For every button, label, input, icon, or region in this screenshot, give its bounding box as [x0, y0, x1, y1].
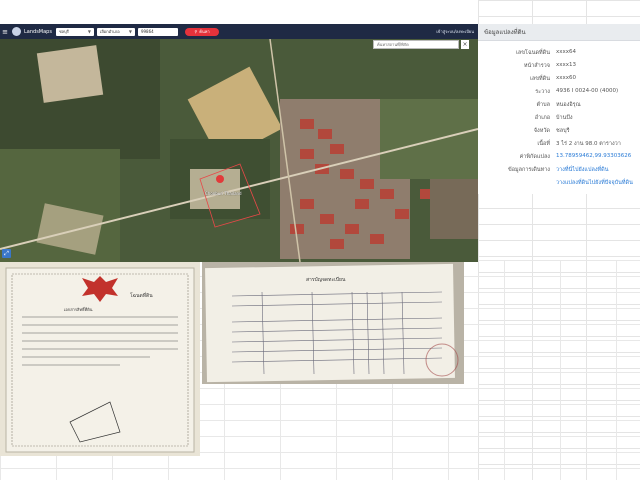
info-key: หน้าสำรวจ: [523, 63, 550, 69]
info-key: เลขโฉนดที่ดิน: [516, 50, 550, 56]
info-key: ข้อมูลการเดินทาง: [507, 167, 550, 173]
logo-icon: [12, 27, 21, 36]
info-value: ชลบุรี: [556, 128, 570, 134]
info-row: หน้าสำรวจ xxxx13: [478, 60, 640, 73]
search-icon: ⚲: [194, 29, 198, 34]
landsmaps-app: ≡ LandsMaps ชลบุรี ▼ เลือกอำเภอ ▼ 99864 …: [0, 24, 478, 262]
satellite-imagery: [0, 38, 478, 262]
chevron-down-icon: ▼: [87, 29, 91, 34]
parcel-info-panel: ข้อมูลแปลงที่ดิน เลขโฉนดที่ดิน xxxx64 หน้…: [478, 24, 640, 194]
district-select[interactable]: เลือกอำเภอ ▼: [96, 27, 135, 36]
brand-name: LandsMaps: [24, 28, 52, 35]
info-value: xxxx60: [556, 75, 577, 81]
close-icon[interactable]: ×: [461, 40, 469, 49]
info-key: ระวาง: [535, 89, 550, 95]
info-value: xxxx64: [556, 49, 577, 55]
district-select-value: เลือกอำเภอ: [99, 29, 120, 34]
info-row: ค่าพิกัดแปลง 13.78959462,99.93303626: [478, 151, 640, 164]
deed-header: โฉนดที่ดิน: [130, 293, 153, 299]
expand-icon[interactable]: ⤢: [2, 249, 11, 258]
top-bar: ≡ LandsMaps ชลบุรี ▼ เลือกอำเภอ ▼ 99864 …: [0, 24, 478, 39]
info-value: xxxx13: [556, 62, 577, 68]
deed-document: [5, 267, 195, 453]
info-value: 3 ไร่ 2 งาน 98.0 ตารางวา: [556, 141, 621, 147]
info-row: ระวาง 4936 I 0024-00 (4000): [478, 86, 640, 99]
panel-title: ข้อมูลแปลงที่ดิน: [478, 24, 640, 41]
satellite-map[interactable]: Chonburi Thailand: [0, 38, 478, 262]
info-key: จังหวัด: [533, 128, 550, 134]
directions-link[interactable]: วางที่นี่ไปยังแปลงที่ดิน: [556, 166, 640, 174]
info-row: วางแปลงที่ดินไปยังที่ปัจจุบันที่ดิน: [478, 177, 640, 190]
info-key: เนื้อที่: [537, 141, 550, 147]
info-value: หนองอิรุณ: [556, 102, 581, 108]
info-value: บ้านบึง: [556, 115, 573, 121]
info-row: เลขโฉนดที่ดิน xxxx64: [478, 47, 640, 60]
info-key: ตำบล: [536, 102, 550, 108]
search-button-label: ค้นหา: [199, 29, 210, 34]
login-link[interactable]: เข้าสู่ระบบ/ลงทะเบียน: [436, 28, 474, 35]
parcel-number-value: 99864: [140, 29, 154, 34]
registration-page-photo: สารบัญจดทะเบียน: [202, 262, 464, 384]
land-deed-photo: โฉนดที่ดิน เอกสารสิทธิ์ที่ดิน: [0, 262, 200, 456]
info-row: จังหวัด ชลบุรี: [478, 125, 640, 138]
info-row: ตำบล หนองอิรุณ: [478, 99, 640, 112]
province-select[interactable]: ชลบุรี ▼: [55, 27, 94, 36]
search-button[interactable]: ⚲ ค้นหา: [184, 27, 219, 36]
place-label: Chonburi Thailand: [205, 191, 242, 196]
info-row: เลขที่ดิน xxxx60: [478, 73, 640, 86]
parcel-number-input[interactable]: 99864: [137, 27, 178, 36]
info-key: ค่าพิกัดแปลง: [519, 154, 550, 160]
menu-icon[interactable]: ≡: [0, 28, 10, 36]
map-search-input[interactable]: ค้นหาสถานที่/พิกัด: [373, 40, 459, 49]
info-row: ข้อมูลการเดินทาง วางที่นี่ไปยังแปลงที่ดิน: [478, 164, 640, 177]
deed-subheader: เอกสารสิทธิ์ที่ดิน: [64, 307, 93, 312]
register-title: สารบัญจดทะเบียน: [306, 277, 346, 283]
info-row: เนื้อที่ 3 ไร่ 2 งาน 98.0 ตารางวา: [478, 138, 640, 151]
info-key: เลขที่ดิน: [530, 76, 550, 82]
info-key: อำเภอ: [534, 115, 550, 121]
chevron-down-icon: ▼: [128, 29, 132, 34]
info-row: อำเภอ บ้านบึง: [478, 112, 640, 125]
directions-link-2[interactable]: วางแปลงที่ดินไปยังที่ปัจจุบันที่ดิน: [556, 179, 640, 187]
province-select-value: ชลบุรี: [58, 29, 69, 34]
coordinates-link[interactable]: 13.78959462,99.93303626: [556, 153, 640, 159]
info-value: 4936 I 0024-00 (4000): [556, 88, 619, 94]
